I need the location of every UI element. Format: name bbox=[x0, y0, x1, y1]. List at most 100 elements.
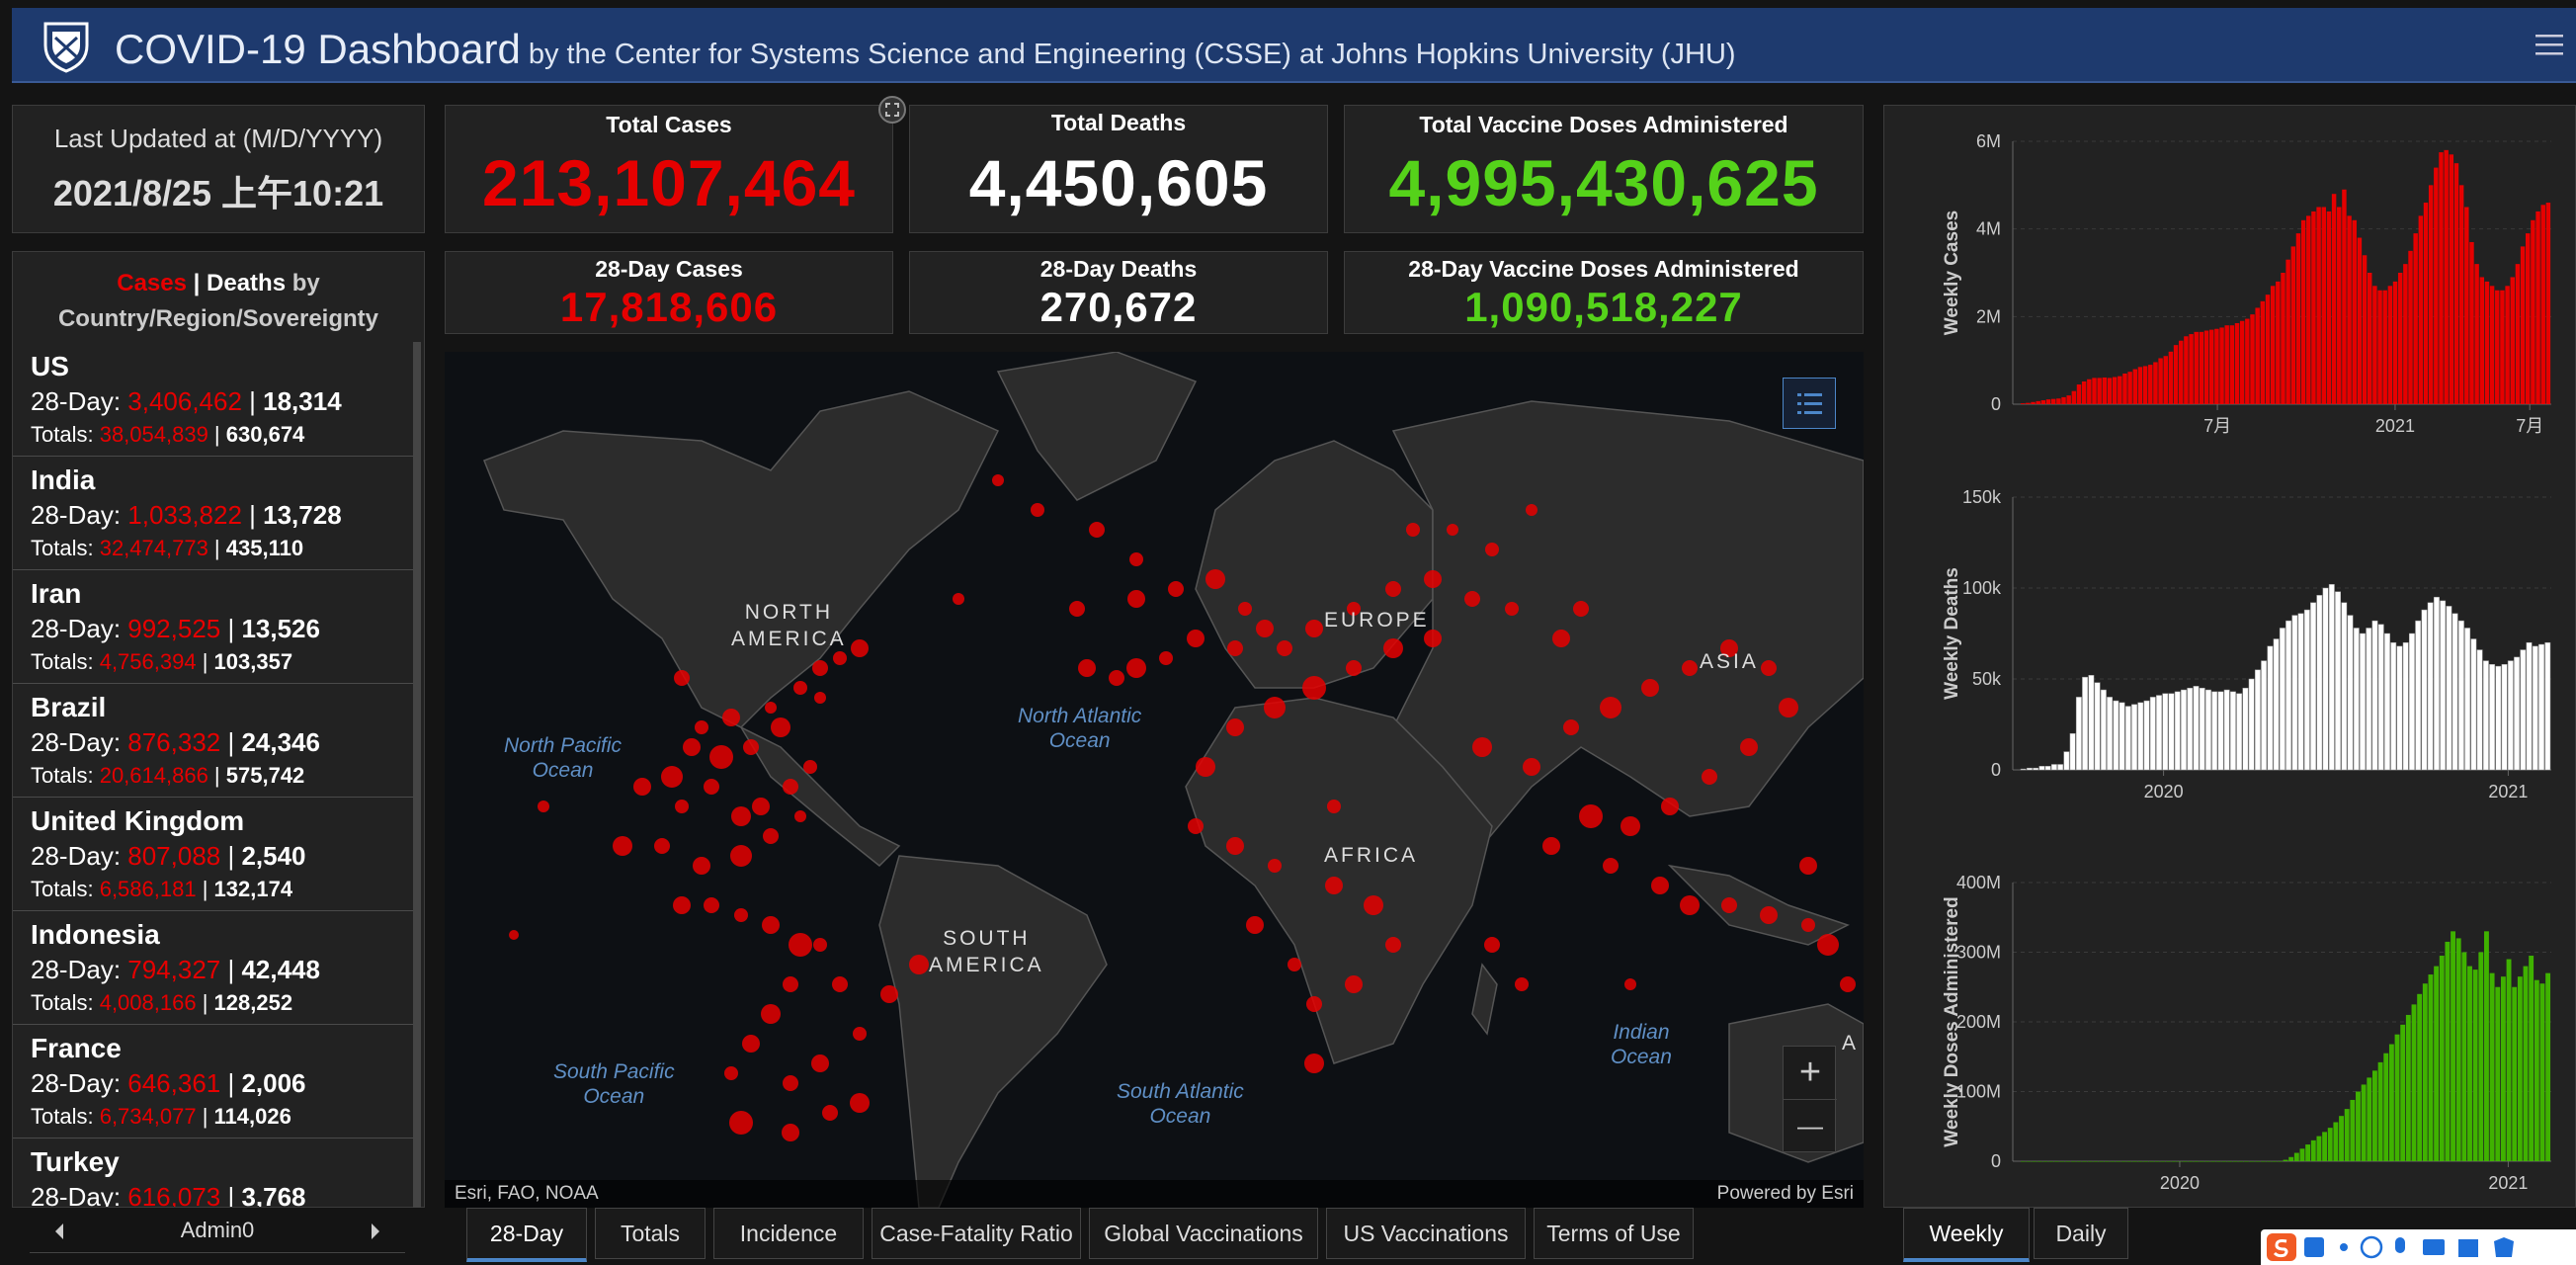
country-item[interactable]: US 28-Day: 3,406,462 | 18,314 Totals: 38,0… bbox=[13, 343, 414, 457]
bar[interactable] bbox=[2020, 768, 2027, 771]
case-marker[interactable] bbox=[1168, 581, 1184, 597]
bar[interactable] bbox=[2053, 1161, 2059, 1162]
bar[interactable] bbox=[2116, 1161, 2120, 1162]
case-marker[interactable] bbox=[1159, 651, 1173, 665]
world-map[interactable]: NORTH AMERICA SOUTH AMERICA EUROPE AFRIC… bbox=[445, 352, 1864, 1208]
bar[interactable] bbox=[2306, 215, 2311, 404]
case-marker[interactable] bbox=[1188, 818, 1204, 834]
bar[interactable] bbox=[2261, 660, 2268, 771]
bar[interactable] bbox=[2377, 290, 2382, 404]
bar[interactable] bbox=[2163, 356, 2168, 404]
case-marker[interactable] bbox=[675, 800, 689, 813]
case-marker[interactable] bbox=[1226, 718, 1244, 736]
bar[interactable] bbox=[2457, 620, 2464, 771]
bar[interactable] bbox=[2094, 682, 2101, 771]
case-marker[interactable] bbox=[771, 717, 790, 737]
bar[interactable] bbox=[2189, 334, 2194, 404]
bar[interactable] bbox=[2036, 1161, 2042, 1162]
bar[interactable] bbox=[2392, 281, 2398, 404]
bar[interactable] bbox=[2250, 314, 2255, 404]
bar[interactable] bbox=[2478, 952, 2484, 1162]
case-marker[interactable] bbox=[1801, 918, 1815, 932]
bar[interactable] bbox=[2107, 697, 2114, 771]
case-marker[interactable] bbox=[1196, 757, 1215, 777]
bar[interactable] bbox=[2461, 952, 2467, 1162]
case-marker[interactable] bbox=[1246, 916, 1264, 934]
case-marker[interactable] bbox=[538, 801, 549, 812]
bar[interactable] bbox=[2137, 702, 2144, 771]
case-marker[interactable] bbox=[1109, 670, 1124, 686]
bar[interactable] bbox=[2505, 286, 2510, 404]
bar[interactable] bbox=[2464, 207, 2469, 405]
case-marker[interactable] bbox=[783, 779, 798, 795]
bar[interactable] bbox=[2321, 207, 2326, 405]
bar[interactable] bbox=[2507, 660, 2514, 771]
bar[interactable] bbox=[2484, 931, 2489, 1161]
bar[interactable] bbox=[2224, 325, 2229, 404]
bar[interactable] bbox=[2087, 1161, 2093, 1162]
bar[interactable] bbox=[2120, 1161, 2126, 1162]
ime-tool-icons[interactable] bbox=[2300, 1233, 2567, 1261]
bar[interactable] bbox=[2387, 286, 2393, 404]
bar[interactable] bbox=[2408, 250, 2413, 404]
bar[interactable] bbox=[2113, 700, 2119, 771]
case-marker[interactable] bbox=[880, 985, 898, 1003]
bar[interactable] bbox=[2211, 691, 2218, 771]
bar[interactable] bbox=[2065, 1161, 2071, 1162]
bar[interactable] bbox=[2149, 697, 2156, 771]
bar[interactable] bbox=[2088, 675, 2095, 771]
bar[interactable] bbox=[2434, 966, 2440, 1161]
bar[interactable] bbox=[2316, 1136, 2322, 1161]
case-marker[interactable] bbox=[1447, 524, 1458, 536]
bar[interactable] bbox=[2104, 1161, 2110, 1162]
bar[interactable] bbox=[2061, 396, 2066, 404]
bar[interactable] bbox=[2326, 211, 2332, 404]
bar[interactable] bbox=[2050, 764, 2057, 771]
bar[interactable] bbox=[2520, 246, 2526, 404]
bar[interactable] bbox=[2500, 290, 2505, 404]
bar[interactable] bbox=[2495, 290, 2500, 404]
tab-totals[interactable]: Totals bbox=[595, 1208, 706, 1259]
bar[interactable] bbox=[2535, 211, 2540, 404]
bar[interactable] bbox=[2143, 700, 2150, 771]
case-marker[interactable] bbox=[850, 1093, 870, 1113]
bar[interactable] bbox=[2056, 398, 2061, 404]
bar[interactable] bbox=[2097, 378, 2102, 404]
bar[interactable] bbox=[2500, 976, 2506, 1161]
bar[interactable] bbox=[2403, 264, 2408, 404]
bar[interactable] bbox=[2026, 767, 2033, 771]
tab-case-fatality-ratio[interactable]: Case-Fatality Ratio bbox=[872, 1208, 1081, 1259]
case-marker[interactable] bbox=[1603, 858, 1619, 874]
bar[interactable] bbox=[2382, 290, 2387, 404]
case-marker[interactable] bbox=[1069, 601, 1085, 617]
bar[interactable] bbox=[2229, 691, 2236, 771]
case-marker[interactable] bbox=[1383, 638, 1403, 658]
bar[interactable] bbox=[2285, 620, 2292, 771]
case-marker[interactable] bbox=[1817, 934, 1839, 956]
bar[interactable] bbox=[2239, 320, 2245, 404]
bar[interactable] bbox=[2227, 1161, 2232, 1162]
bar[interactable] bbox=[2021, 1161, 2026, 1162]
bar[interactable] bbox=[2042, 1161, 2048, 1162]
bar[interactable] bbox=[2427, 602, 2434, 771]
bar[interactable] bbox=[2255, 1161, 2261, 1162]
bar[interactable] bbox=[2184, 336, 2189, 404]
expand-icon[interactable] bbox=[877, 95, 907, 125]
bar[interactable] bbox=[2526, 641, 2533, 771]
bar[interactable] bbox=[2411, 1004, 2417, 1161]
legend-button[interactable] bbox=[1783, 378, 1836, 429]
case-marker[interactable] bbox=[1302, 676, 1326, 700]
bar[interactable] bbox=[2045, 399, 2051, 404]
list-scrollbar[interactable] bbox=[413, 342, 421, 1208]
bar[interactable] bbox=[2194, 331, 2199, 404]
bar[interactable] bbox=[2234, 322, 2240, 404]
bar[interactable] bbox=[2377, 1061, 2383, 1161]
bar[interactable] bbox=[2310, 602, 2317, 771]
bar[interactable] bbox=[2179, 340, 2184, 404]
case-marker[interactable] bbox=[1385, 581, 1401, 597]
bar[interactable] bbox=[2545, 972, 2551, 1161]
bar[interactable] bbox=[2255, 307, 2260, 404]
bar[interactable] bbox=[2171, 1161, 2177, 1162]
bar[interactable] bbox=[2539, 983, 2545, 1161]
bar[interactable] bbox=[2122, 373, 2127, 404]
